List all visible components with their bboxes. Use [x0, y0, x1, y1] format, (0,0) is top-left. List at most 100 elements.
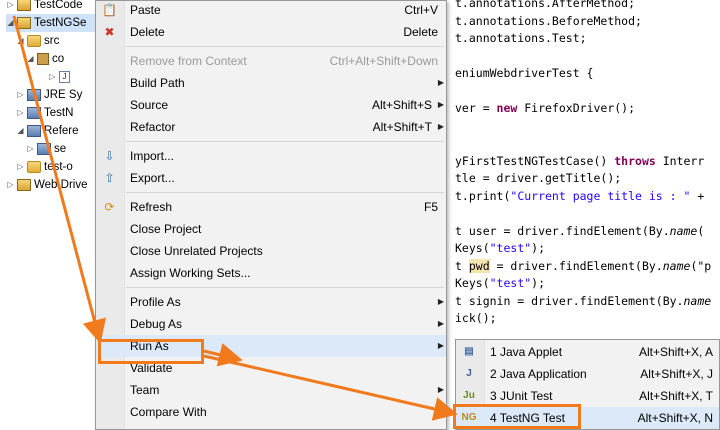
code-token: t user = driver.findElement(By.: [455, 223, 670, 238]
tree-item-label: TestN: [44, 107, 74, 119]
code-token: );: [531, 276, 546, 290]
tree-item[interactable]: ▷ test-o: [16, 158, 96, 176]
menu-item-profile-as[interactable]: Profile As ▶: [96, 291, 446, 313]
code-token: t signin = driver.findElement(By.: [455, 293, 684, 308]
project-icon: [17, 179, 31, 191]
code-line: t.annotations.Test;: [455, 30, 587, 47]
submenu-arrow-icon: ▶: [437, 341, 444, 350]
menu-item-assign-working-sets[interactable]: Assign Working Sets...: [96, 262, 446, 284]
menu-item-export[interactable]: ⇧ Export...: [96, 167, 446, 189]
code-token: (: [697, 223, 705, 238]
code-token: pwd: [468, 258, 490, 273]
submenu-arrow-icon: ▶: [437, 407, 444, 416]
menu-item-build-path[interactable]: Build Path ▶: [96, 72, 446, 94]
collapsed-twisty-icon[interactable]: ▷: [26, 140, 35, 158]
tree-item[interactable]: ◢ TestNGSe: [6, 14, 96, 32]
tree-item[interactable]: ▷ se: [26, 140, 96, 158]
menu-item-shortcut: Ctrl+Alt+Shift+Down: [329, 54, 438, 68]
code-line: ver = new FirefoxDriver();: [455, 100, 635, 117]
junit-icon: Ju: [463, 390, 475, 401]
menu-item-compare-with[interactable]: Compare With ▶: [96, 401, 446, 423]
tree-item-label: Web Drive: [34, 179, 88, 191]
code-line: Keys("test");: [455, 275, 545, 292]
code-token: name: [662, 258, 691, 273]
run-as-highlight: [98, 339, 204, 364]
submenu-item-shortcut: Alt+Shift+X, N: [637, 411, 713, 425]
code-token: t.annotations.AfterMethod;: [455, 0, 636, 10]
menu-item-shortcut: Alt+Shift+S: [371, 98, 432, 112]
menu-item-delete[interactable]: ✖ Delete Delete: [96, 21, 446, 43]
code-token: name: [683, 293, 712, 308]
tree-item-label: TestCode: [34, 0, 83, 11]
menu-item-label: Export...: [130, 171, 175, 185]
menu-item-paste[interactable]: 📋 Paste Ctrl+V: [96, 0, 446, 21]
code-token: "test": [489, 276, 532, 290]
tree-item[interactable]: ◢ src: [16, 32, 96, 50]
tree-item[interactable]: ▷ J: [48, 68, 96, 86]
menu-item-label: Remove from Context: [130, 54, 247, 68]
expanded-twisty-icon[interactable]: ◢: [6, 14, 15, 32]
collapsed-twisty-icon[interactable]: ▷: [48, 68, 57, 86]
refresh-icon: ⟳: [104, 200, 115, 214]
project-icon: [17, 0, 31, 11]
tree-item[interactable]: ▷ TestN: [16, 104, 96, 122]
menu-separator: [126, 287, 444, 288]
testng-test-highlight: [453, 404, 581, 429]
tree-item-label: JRE Sy: [44, 89, 83, 101]
menu-item-label: Delete: [130, 25, 165, 39]
collapsed-twisty-icon[interactable]: ▷: [16, 104, 25, 122]
submenu-item-java-applet[interactable]: ▤ 1 Java Applet Alt+Shift+X, A: [456, 341, 719, 363]
code-token: yFirstTestNGTestCase(): [455, 153, 615, 168]
code-line: t signin = driver.findElement(By.name: [455, 293, 711, 310]
menu-item-label: Assign Working Sets...: [130, 266, 251, 280]
submenu-arrow-icon: ▶: [437, 385, 444, 394]
collapsed-twisty-icon[interactable]: ▷: [16, 158, 25, 176]
folder-icon: [27, 35, 41, 47]
code-line: ick();: [455, 310, 497, 327]
tree-item[interactable]: ▷ Web Drive: [6, 176, 96, 194]
menu-item-import[interactable]: ⇩ Import...: [96, 145, 446, 167]
code-token: = driver.findElement(By.: [489, 258, 663, 273]
menu-item-remove-from-context[interactable]: Remove from Context Ctrl+Alt+Shift+Down: [96, 50, 446, 72]
code-line: t pwd = driver.findElement(By.name("p: [455, 258, 711, 275]
tree-item[interactable]: ◢ co: [26, 50, 96, 68]
import-icon: ⇩: [104, 149, 115, 163]
tree-item[interactable]: ▷ JRE Sy: [16, 86, 96, 104]
collapsed-twisty-icon[interactable]: ▷: [6, 0, 15, 14]
menu-item-refactor[interactable]: Refactor Alt+Shift+T ▶: [96, 116, 446, 138]
collapsed-twisty-icon[interactable]: ▷: [16, 86, 25, 104]
menu-item-label: Build Path: [130, 76, 185, 90]
code-line: t.print("Current page title is : " +: [455, 188, 704, 205]
menu-item-label: Source: [130, 98, 169, 112]
submenu-item-java-application[interactable]: J 2 Java Application Alt+Shift+X, J: [456, 363, 719, 385]
menu-item-refresh[interactable]: ⟳ Refresh F5: [96, 196, 446, 218]
tree-item-label: TestNGSe: [34, 17, 87, 29]
menu-item-label: Compare With: [130, 405, 207, 419]
expanded-twisty-icon[interactable]: ◢: [16, 122, 25, 140]
code-token: ver =: [455, 101, 497, 115]
code-token: t: [455, 258, 469, 273]
menu-item-team[interactable]: Team ▶: [96, 379, 446, 401]
menu-item-debug-as[interactable]: Debug As ▶: [96, 313, 446, 335]
expanded-twisty-icon[interactable]: ◢: [16, 32, 25, 50]
menu-item-close-project[interactable]: Close Project: [96, 218, 446, 240]
code-editor[interactable]: t.annotations.AfterMethod; t.annotations.…: [440, 0, 720, 395]
menu-item-shortcut: Delete: [403, 25, 438, 39]
collapsed-twisty-icon[interactable]: ▷: [6, 176, 15, 194]
menu-separator: [126, 192, 444, 193]
code-token: eniumWebdriverTest {: [455, 66, 594, 80]
tree-item[interactable]: ▷ TestCode: [6, 0, 96, 14]
code-token: name: [669, 223, 698, 238]
menu-item-close-unrelated-projects[interactable]: Close Unrelated Projects: [96, 240, 446, 262]
code-line: t.annotations.BeforeMethod;: [455, 13, 642, 30]
menu-item-label: Import...: [130, 149, 175, 163]
code-token: throws: [614, 153, 656, 168]
java-file-icon: J: [59, 71, 70, 83]
tree-item-label: co: [52, 53, 65, 65]
code-token: t.print(: [455, 188, 511, 203]
menu-item-source[interactable]: Source Alt+Shift+S ▶: [96, 94, 446, 116]
menu-item-label: Paste: [130, 3, 161, 17]
expanded-twisty-icon[interactable]: ◢: [26, 50, 35, 68]
submenu-arrow-icon: ▶: [437, 122, 444, 131]
tree-item[interactable]: ◢ Refere: [16, 122, 96, 140]
